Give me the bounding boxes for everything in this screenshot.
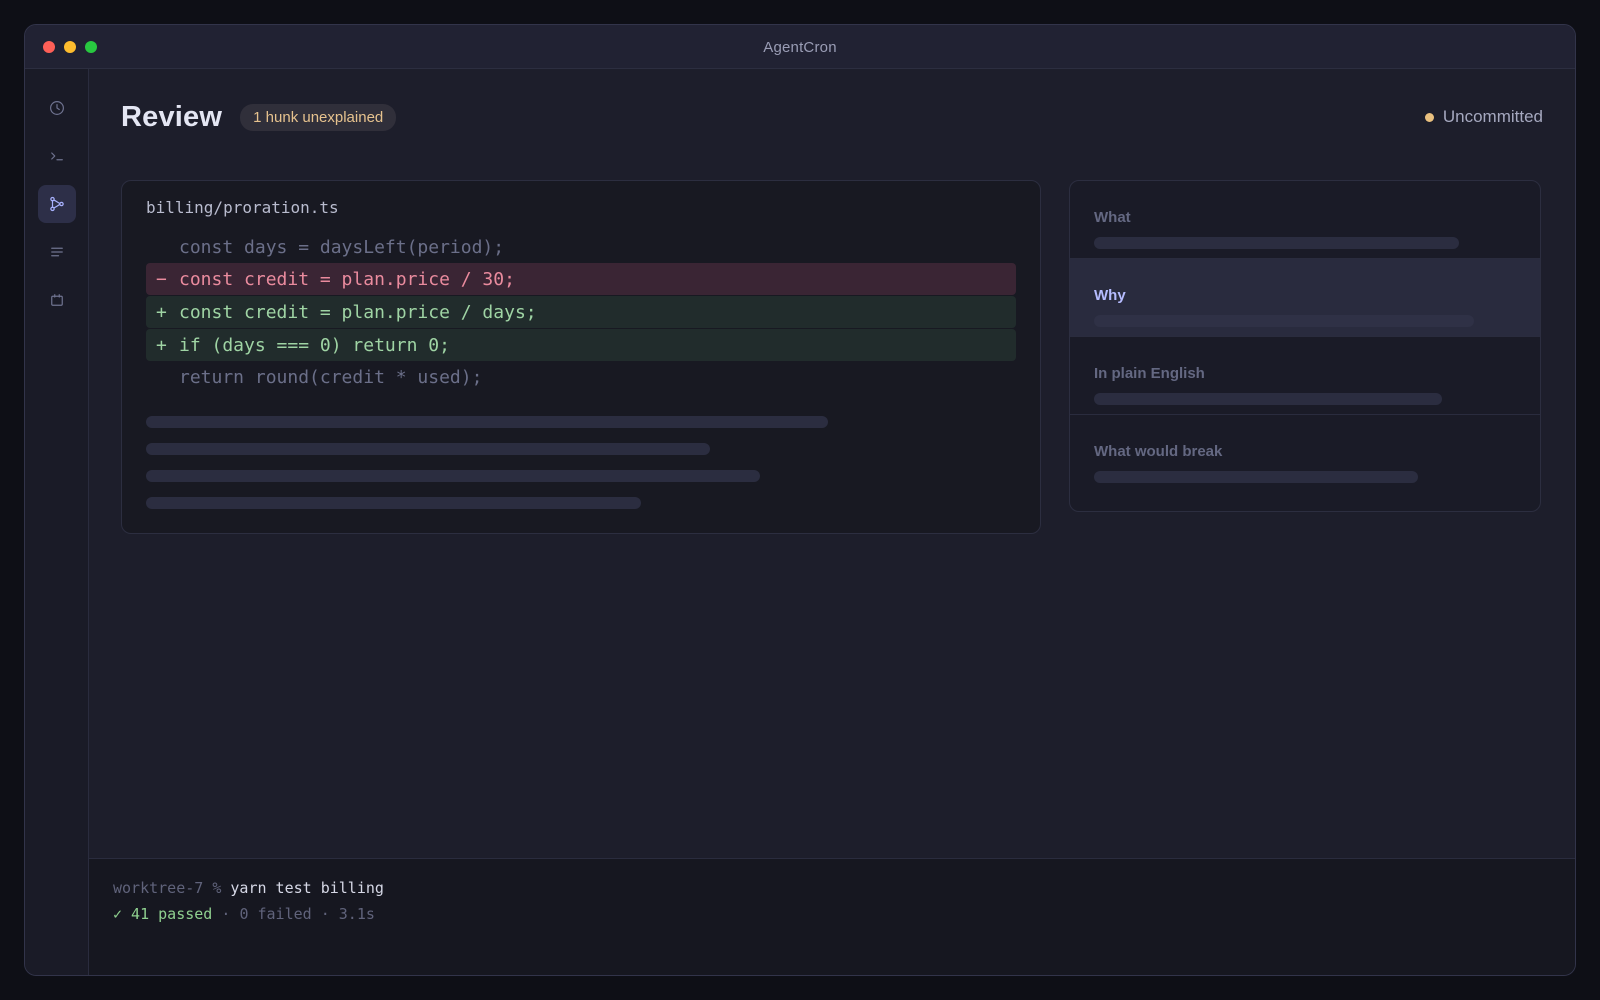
sidebar-item-schedule[interactable] xyxy=(38,281,76,319)
section-label: What xyxy=(1094,209,1131,226)
loading-placeholder-line xyxy=(146,416,828,428)
list-icon xyxy=(50,247,63,257)
diff-line-context[interactable]: const days = daysLeft(period); xyxy=(146,231,1016,263)
explain-section-why[interactable]: Why xyxy=(1070,259,1540,337)
page-header: Review 1 hunk unexplained Uncommitted xyxy=(121,97,1543,137)
calendar-icon xyxy=(50,294,63,306)
diff-line-code: if (days === 0) return 0; xyxy=(179,334,450,356)
explain-section-plain-english[interactable]: In plain English xyxy=(1070,337,1540,415)
clock-icon xyxy=(49,101,64,115)
sidebar-item-log[interactable] xyxy=(38,233,76,271)
terminal-output-line: ✓ 41 passed · 0 failed · 3.1s xyxy=(113,901,1551,927)
page-title: Review xyxy=(121,100,223,133)
main-content: Review 1 hunk unexplained Uncommitted bi… xyxy=(89,69,1575,975)
loading-placeholder-line xyxy=(1094,237,1459,249)
section-label: Why xyxy=(1094,287,1126,304)
separator: · xyxy=(221,905,231,923)
diff-line-context[interactable]: return round(credit * used); xyxy=(146,361,1016,393)
sidebar-item-review[interactable] xyxy=(37,185,76,223)
section-label: In plain English xyxy=(1094,365,1205,382)
section-label: What would break xyxy=(1094,443,1223,460)
loading-placeholder-line xyxy=(1094,393,1442,405)
diff-line-added[interactable]: + const credit = plan.price / days; xyxy=(146,296,1016,328)
diff-line-sign: + xyxy=(156,301,167,323)
loading-placeholder-line xyxy=(146,497,641,509)
diff-file-name[interactable]: billing/proration.ts xyxy=(146,198,339,217)
diff-line-removed[interactable]: − const credit = plan.price / 30; xyxy=(146,263,1016,295)
loading-placeholder-line xyxy=(1094,315,1474,327)
test-duration: 3.1s xyxy=(338,905,375,923)
tests-passed: ✓ 41 passed xyxy=(113,905,213,923)
diff-line-sign: + xyxy=(156,334,167,356)
diff-line-code: const days = daysLeft(period); xyxy=(179,236,505,258)
sidebar-item-history[interactable] xyxy=(38,89,76,127)
commit-status: Uncommitted xyxy=(1424,107,1543,127)
sidebar-item-terminal[interactable] xyxy=(38,137,76,175)
separator: · xyxy=(320,905,330,923)
loading-placeholder-line xyxy=(146,443,710,455)
terminal-prompt: worktree-7 % xyxy=(113,879,222,897)
unexplained-badge: 1 hunk unexplained xyxy=(240,103,397,131)
status-label: Uncommitted xyxy=(1442,107,1543,126)
git-branch-icon xyxy=(49,196,64,212)
explanation-panel: What Why In plain English What would bre… xyxy=(1069,180,1541,512)
diff-line-code: const credit = plan.price / days; xyxy=(179,301,537,323)
explain-section-what-would-break[interactable]: What would break xyxy=(1070,415,1540,493)
diff-hunk: const days = daysLeft(period); − const cr… xyxy=(146,231,1016,393)
diff-line-sign: − xyxy=(156,268,167,290)
tests-failed: 0 failed xyxy=(239,905,312,923)
loading-placeholder-line xyxy=(146,470,760,482)
status-dot xyxy=(1424,112,1434,122)
title-bar: AgentCron xyxy=(25,25,1575,69)
terminal-command-line: worktree-7 % yarn test billing xyxy=(113,875,1551,901)
diff-line-code: const credit = plan.price / 30; xyxy=(179,268,515,290)
loading-placeholder-line xyxy=(1094,471,1418,483)
terminal-icon xyxy=(50,152,63,161)
terminal-panel[interactable]: worktree-7 % yarn test billing ✓ 41 pass… xyxy=(89,858,1575,975)
explain-section-what[interactable]: What xyxy=(1070,181,1540,259)
terminal-command: yarn test billing xyxy=(230,879,384,897)
diff-line-added[interactable]: + if (days === 0) return 0; xyxy=(146,329,1016,361)
diff-line-code: return round(credit * used); xyxy=(179,366,483,388)
diff-panel: billing/proration.ts const days = daysLe… xyxy=(121,180,1041,534)
sidebar xyxy=(25,69,89,975)
app-window: AgentCron Review 1 hunk unexplained Unco… xyxy=(24,24,1576,976)
window-title: AgentCron xyxy=(763,39,837,56)
